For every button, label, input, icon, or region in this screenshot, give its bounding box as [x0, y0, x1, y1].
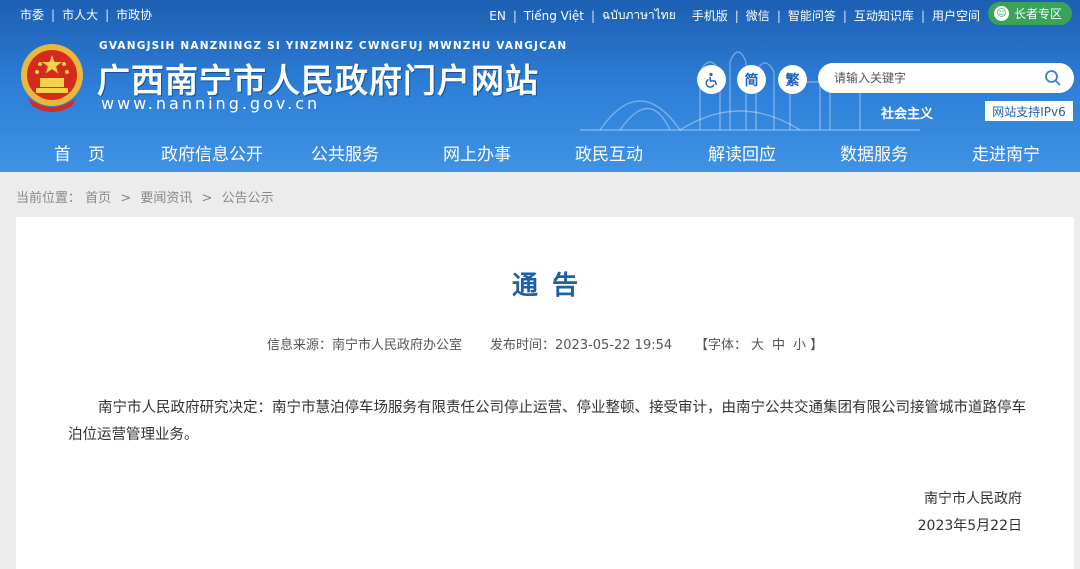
simplified-chinese-button[interactable]: 简: [737, 65, 766, 94]
divider: |: [591, 8, 596, 23]
breadcrumb-notices[interactable]: 公告公示: [222, 191, 274, 206]
lang-vietnamese[interactable]: Tiếng Việt: [524, 9, 584, 23]
breadcrumb: 当前位置： 首页 > 要闻资讯 > 公告公示: [16, 187, 274, 206]
nav-interpretation[interactable]: 解读回应: [708, 140, 776, 165]
nav-gov-info[interactable]: 政府信息公开: [161, 140, 263, 165]
accessibility-button[interactable]: [697, 65, 726, 94]
link-user-space[interactable]: 用户空间: [932, 7, 980, 24]
divider: |: [512, 8, 517, 23]
breadcrumb-news[interactable]: 要闻资讯: [140, 191, 192, 206]
wheelchair-icon: [705, 72, 717, 88]
lang-thai[interactable]: ฉบับภาษาไทย: [602, 6, 676, 25]
nav-online-service[interactable]: 网上办事: [443, 140, 511, 165]
font-size-close: 】: [810, 338, 824, 353]
divider: |: [842, 8, 847, 23]
divider: |: [51, 7, 56, 22]
link-knowledge-base[interactable]: 互动知识库: [854, 7, 914, 24]
link-city-committee[interactable]: 市委: [20, 6, 44, 23]
national-emblem-icon: [21, 44, 83, 112]
article-card: 通告 信息来源：南宁市人民政府办公室 发布时间：2023-05-22 19:54…: [16, 217, 1074, 569]
ipv6-badge: 网站支持IPv6: [985, 101, 1073, 121]
elder-mode-label: 长者专区: [1013, 7, 1062, 21]
breadcrumb-separator: >: [201, 191, 213, 206]
top-bar: 市委 | 市人大 | 市政协 EN | Tiếng Việt | ฉบับภาษ…: [0, 0, 1080, 27]
link-wechat[interactable]: 微信: [746, 7, 770, 24]
breadcrumb-home[interactable]: 首页: [85, 191, 111, 206]
article-source: 信息来源：南宁市人民政府办公室: [267, 338, 463, 353]
font-size-large[interactable]: 大: [751, 338, 764, 353]
search-box: [818, 63, 1074, 93]
link-mobile[interactable]: 手机版: [692, 7, 728, 24]
divider: |: [105, 7, 110, 22]
link-city-cppcc[interactable]: 市政协: [116, 6, 152, 23]
breadcrumb-separator: >: [120, 191, 132, 206]
nav-about-nanning[interactable]: 走进南宁: [972, 140, 1040, 165]
site-name-pinyin: GVANGJSIH NANZNINGZ SI YINZMINZ CWNGFUJ …: [99, 40, 568, 52]
font-size-open: 【字体：: [695, 338, 748, 353]
elder-icon: ☺: [993, 6, 1009, 21]
article-signature-block: 南宁市人民政府 2023年5月22日: [918, 486, 1022, 540]
divider: |: [920, 8, 925, 23]
top-right-links: EN | Tiếng Việt | ฉบับภาษาไทย 手机版 | 微信 |…: [489, 6, 980, 25]
article-signature: 南宁市人民政府: [924, 491, 1022, 507]
link-smart-qa[interactable]: 智能问答: [788, 7, 836, 24]
nav-public-service[interactable]: 公共服务: [311, 140, 379, 165]
search-icon[interactable]: [1044, 69, 1062, 87]
article-title: 通告: [511, 271, 592, 301]
link-city-congress[interactable]: 市人大: [62, 6, 98, 23]
breadcrumb-prefix: 当前位置：: [16, 191, 82, 206]
traditional-chinese-button[interactable]: 繁: [778, 65, 807, 94]
top-left-links: 市委 | 市人大 | 市政协: [20, 6, 152, 23]
article-body: 南宁市人民政府研究决定：南宁市慧泊停车场服务有限责任公司停止运营、停业整顿、接受…: [68, 400, 1026, 443]
main-nav: 首 页 政府信息公开 公共服务 网上办事 政民互动 解读回应 数据服务 走进南宁: [0, 128, 1080, 172]
font-size-small[interactable]: 小: [793, 338, 806, 353]
lang-english[interactable]: EN: [489, 9, 506, 23]
site-header: 市委 | 市人大 | 市政协 EN | Tiếng Việt | ฉบับภาษ…: [0, 0, 1080, 172]
divider: |: [776, 8, 781, 23]
article-date: 发布时间：2023-05-22 19:54: [490, 338, 673, 353]
nav-home[interactable]: 首 页: [54, 140, 105, 165]
elder-mode-button[interactable]: ☺ 长者专区: [987, 2, 1072, 25]
font-size-medium[interactable]: 中: [772, 338, 785, 353]
font-size-switcher: 【字体：大中小】: [695, 334, 823, 353]
nav-interaction[interactable]: 政民互动: [575, 140, 643, 165]
nav-data-service[interactable]: 数据服务: [840, 140, 908, 165]
slogan-text: 社会主义: [881, 107, 934, 122]
search-input[interactable]: [834, 68, 1034, 88]
article-sign-date: 2023年5月22日: [917, 518, 1022, 534]
site-domain: www.nanning.gov.cn: [101, 94, 321, 113]
divider: |: [734, 8, 739, 23]
